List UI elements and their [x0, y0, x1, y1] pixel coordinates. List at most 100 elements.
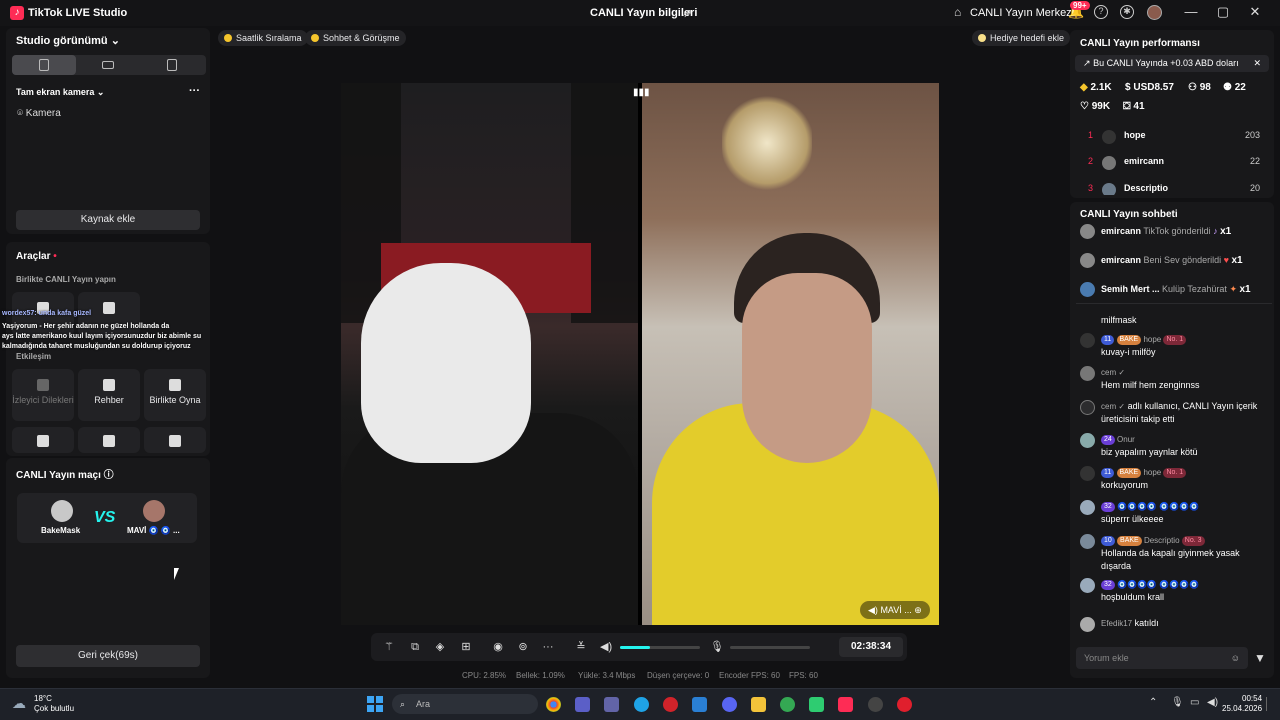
avatar — [51, 500, 73, 522]
magic-wand-icon[interactable]: ⚚ — [383, 641, 395, 653]
share-icon[interactable]: ⇗ — [682, 6, 692, 20]
volume-fill — [620, 646, 651, 649]
landscape-icon[interactable] — [102, 61, 114, 69]
rank-row[interactable]: 3 Descriptio 20 — [1080, 183, 1264, 195]
tool-viewer-requests[interactable]: İzleyici Dilekleri — [12, 369, 74, 421]
tiktok-live-icon[interactable] — [838, 697, 853, 712]
mail-icon[interactable] — [692, 697, 707, 712]
mic-slider[interactable] — [730, 646, 810, 649]
help-icon[interactable]: ? — [1094, 5, 1108, 19]
microphone-icon[interactable]: 🎙 — [1171, 697, 1184, 708]
tool-row3-c[interactable] — [144, 427, 206, 453]
broadcast-icon[interactable]: ⊚ — [517, 641, 529, 653]
chat-user[interactable]: emircann — [1101, 226, 1141, 236]
microphone-icon[interactable]: 🎙 — [710, 641, 724, 653]
chip-label: Saatlik Sıralama — [236, 33, 302, 43]
chat-user[interactable]: Efedik17 — [1101, 619, 1132, 628]
chat-user[interactable]: cem ✓ — [1101, 368, 1125, 377]
store-icon[interactable] — [575, 697, 590, 712]
clock[interactable]: 00:54 25.04.2026 — [1222, 694, 1262, 714]
memory-stat: Bellek: 1.09% — [516, 671, 565, 680]
chat-user[interactable]: cem ✓ — [1101, 402, 1125, 411]
chrome-alt-icon[interactable] — [780, 697, 795, 712]
maximize-icon[interactable]: ▢ — [1213, 4, 1233, 20]
teams-icon[interactable] — [604, 697, 619, 712]
avatar — [1080, 500, 1095, 515]
add-gift-goal-chip[interactable]: Hediye hedefi ekle — [972, 30, 1071, 46]
split-icon[interactable] — [167, 59, 177, 71]
live-preview[interactable]: ▮▮▮ ◀) MAVİ ... ⊕ — [341, 83, 939, 625]
rank-row[interactable]: 1 hope 203 — [1080, 130, 1264, 144]
coin-icon — [224, 34, 232, 42]
tool-row3-b[interactable] — [78, 427, 140, 453]
minimize-icon[interactable]: — — [1181, 4, 1201, 19]
rank-number: 3 — [1088, 183, 1094, 193]
chat-user[interactable]: Semih Mert ... — [1101, 284, 1160, 294]
home-icon[interactable]: ⌂ — [954, 5, 961, 19]
ai-icon[interactable]: ◈ — [434, 641, 446, 653]
add-source-button[interactable]: Kaynak ekle — [16, 210, 200, 230]
date: 25.04.2026 — [1222, 704, 1263, 713]
chrome-icon[interactable] — [546, 697, 561, 712]
tool-play-together[interactable]: Birlikte Oyna — [144, 369, 206, 421]
chat-user[interactable]: 🧿🧿🧿🧿 🧿🧿🧿🧿 — [1117, 502, 1199, 511]
discord-icon[interactable] — [722, 697, 737, 712]
camera-source[interactable]: ⌾ Kamera — [17, 108, 61, 119]
chevron-up-icon[interactable]: ⌃ — [1149, 697, 1157, 708]
effects-icon[interactable]: ⧉ — [409, 641, 421, 653]
rank-badge: No. 1 — [1163, 468, 1187, 478]
weather-widget[interactable]: 18°C Çok bulutlu — [34, 694, 74, 714]
filter-icon[interactable]: ▼ — [1254, 651, 1266, 665]
fan-badge: BAKE — [1116, 335, 1142, 345]
fullscreen-camera-dropdown[interactable]: Tam ekran kamera ⌄ — [16, 87, 104, 98]
windows-start-icon[interactable] — [367, 696, 383, 712]
chat-user[interactable]: 🧿🧿🧿🧿 🧿🧿🧿🧿 — [1117, 580, 1199, 589]
overlay-line-4: kalmadığında taharet musluğundan su dold… — [2, 343, 191, 350]
rank-row[interactable]: 2 emircann 22 — [1080, 156, 1264, 170]
close-icon[interactable]: ✕ — [1245, 4, 1265, 20]
dropped-frames-stat: Düşen çerçeve: 0 — [647, 671, 710, 680]
gift-row: emircann TikTok gönderildi ♪ x1 — [1078, 224, 1266, 242]
gear-icon[interactable]: ✱ — [1120, 5, 1134, 19]
live-center-button[interactable]: CANLI Yayın Merkezi — [970, 7, 1074, 19]
chat-user[interactable]: hope — [1143, 468, 1161, 477]
display-icon[interactable]: ▭ — [1190, 697, 1199, 708]
guest-tag[interactable]: ◀) MAVİ ... ⊕ — [860, 601, 930, 619]
close-icon[interactable]: ✕ — [1253, 55, 1261, 72]
taskbar-search[interactable]: ⌕ Ara — [392, 694, 538, 714]
fps-stat: FPS: 60 — [789, 671, 818, 680]
edge-icon[interactable] — [634, 697, 649, 712]
tool-label: İzleyici Dilekleri — [12, 395, 74, 405]
chat-user[interactable]: hope — [1143, 335, 1161, 344]
retract-button[interactable]: Geri çek(69s) — [16, 645, 200, 667]
studio-view-dropdown[interactable]: Studio görünümü ⌄ — [16, 34, 120, 47]
screen-icon[interactable]: ⊞ — [460, 641, 472, 653]
audio-wave-icon[interactable]: ▮▮▮ — [633, 87, 650, 99]
app-icon[interactable] — [868, 697, 883, 712]
hourly-rank-chip[interactable]: Saatlik Sıralama — [218, 30, 308, 46]
more-icon[interactable]: ··· — [189, 85, 200, 97]
youtube-icon[interactable] — [897, 697, 912, 712]
app-icon[interactable] — [809, 697, 824, 712]
comment-input[interactable]: Yorum ekle ☺ — [1076, 647, 1248, 669]
sliders-icon[interactable]: ≚ — [575, 641, 587, 653]
more-icon[interactable]: ··· — [542, 641, 554, 653]
avatar[interactable] — [1147, 5, 1162, 20]
rank-name: hope — [1124, 130, 1146, 140]
folder-icon[interactable] — [751, 697, 766, 712]
opera-icon[interactable] — [663, 697, 678, 712]
chat-user[interactable]: Descriptio — [1144, 536, 1180, 545]
show-desktop[interactable] — [1266, 697, 1272, 711]
chat-user[interactable]: emircann — [1101, 255, 1141, 265]
speaker-icon[interactable]: ◀) — [600, 641, 612, 653]
tool-row3-a[interactable] — [12, 427, 74, 453]
chat-user[interactable]: Onur — [1117, 435, 1135, 444]
chat-meet-chip[interactable]: Sohbet & Görüşme — [305, 30, 406, 46]
help-icon[interactable]: ⓘ — [104, 470, 114, 481]
camera-icon: ⌾ — [17, 108, 23, 119]
record-icon[interactable]: ◉ — [492, 641, 504, 653]
tool-guide[interactable]: Rehber — [78, 369, 140, 421]
volume-icon[interactable]: ◀) — [1207, 697, 1218, 708]
emoji-icon[interactable]: ☺ — [1231, 647, 1240, 669]
overlay-line-3: ays latte amerikano kuul layım içiyorsun… — [2, 333, 202, 340]
